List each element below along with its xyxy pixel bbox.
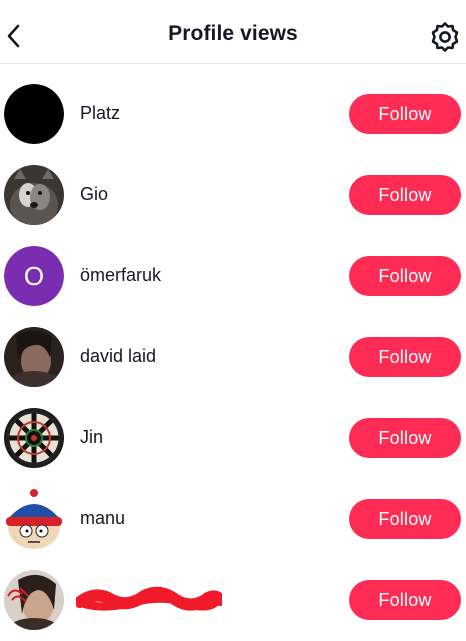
viewer-row[interactable]: Jin Follow bbox=[0, 398, 466, 479]
viewer-name[interactable]: Jin bbox=[80, 427, 103, 448]
avatar-image bbox=[4, 165, 64, 225]
viewer-name[interactable]: david laid bbox=[80, 346, 156, 367]
redacted-username-scribble bbox=[74, 584, 226, 614]
follow-button[interactable]: Follow bbox=[349, 175, 461, 215]
viewer-name[interactable]: Gio bbox=[80, 184, 108, 205]
avatar[interactable] bbox=[4, 84, 64, 144]
page-title: Profile views bbox=[168, 22, 298, 45]
viewer-name[interactable]: manu bbox=[80, 508, 125, 529]
avatar-image bbox=[4, 408, 64, 468]
avatar-letter-placeholder: O bbox=[4, 246, 64, 306]
follow-button[interactable]: Follow bbox=[349, 94, 461, 134]
follow-button[interactable]: Follow bbox=[349, 499, 461, 539]
follow-button[interactable]: Follow bbox=[349, 580, 461, 620]
avatar[interactable] bbox=[4, 408, 64, 468]
follow-button[interactable]: Follow bbox=[349, 256, 461, 296]
avatar[interactable] bbox=[4, 327, 64, 387]
follow-button[interactable]: Follow bbox=[349, 418, 461, 458]
avatar[interactable] bbox=[4, 489, 64, 549]
viewer-row[interactable]: manu Follow bbox=[0, 479, 466, 560]
avatar[interactable] bbox=[4, 570, 64, 630]
avatar-image bbox=[4, 84, 64, 144]
viewer-row[interactable]: Gio Follow bbox=[0, 155, 466, 236]
gear-icon bbox=[431, 22, 459, 52]
viewer-row[interactable]: Platz Follow bbox=[0, 74, 466, 155]
avatar-image bbox=[4, 570, 64, 630]
follow-button[interactable]: Follow bbox=[349, 337, 461, 377]
avatar[interactable]: O bbox=[4, 246, 64, 306]
svg-text:O: O bbox=[24, 261, 44, 291]
app-header: Profile views bbox=[0, 0, 466, 64]
avatar[interactable] bbox=[4, 165, 64, 225]
viewer-row[interactable]: O ömerfaruk Follow bbox=[0, 236, 466, 317]
avatar-image bbox=[4, 489, 64, 549]
viewer-list: Platz Follow Gio Follow O ömerfaruk Foll… bbox=[0, 74, 466, 641]
viewer-name[interactable]: ömerfaruk bbox=[80, 265, 161, 286]
avatar-image bbox=[4, 327, 64, 387]
viewer-row[interactable]: david laid Follow bbox=[0, 317, 466, 398]
viewer-name[interactable]: Platz bbox=[80, 103, 120, 124]
settings-button[interactable] bbox=[426, 18, 464, 56]
